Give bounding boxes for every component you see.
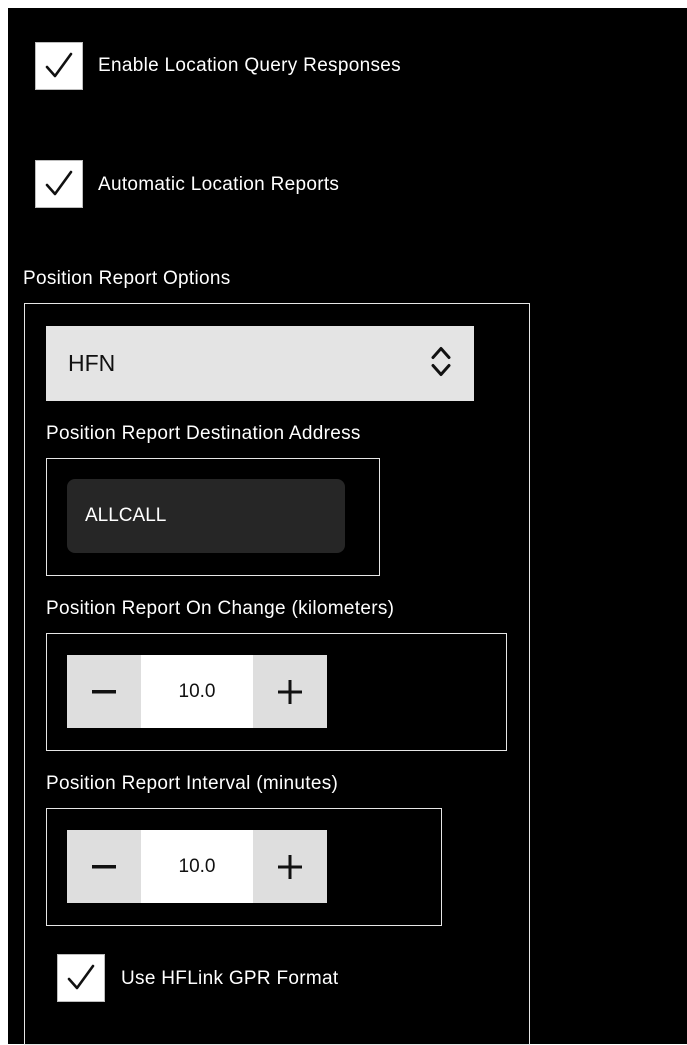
network-select[interactable]: HFN — [46, 326, 474, 401]
plus-icon — [278, 679, 302, 704]
automatic-location-reports-checkbox[interactable] — [35, 160, 83, 208]
on-change-value[interactable]: 10.0 — [141, 655, 253, 728]
checkmark-icon — [45, 52, 73, 78]
destination-address-frame: ALLCALL — [46, 458, 380, 576]
destination-address-input[interactable]: ALLCALL — [67, 479, 345, 553]
interval-frame: 10.0 — [46, 808, 442, 926]
interval-decrement-button[interactable] — [67, 830, 141, 903]
interval-increment-button[interactable] — [253, 830, 327, 903]
destination-address-label: Position Report Destination Address — [46, 423, 361, 444]
network-select-value: HFN — [68, 350, 116, 376]
settings-panel: Enable Location Query Responses Automati… — [8, 8, 687, 1045]
gpr-format-checkbox[interactable] — [57, 954, 105, 1002]
automatic-location-reports-label: Automatic Location Reports — [98, 174, 340, 195]
position-report-group: HFN Position Report Destination Address … — [24, 303, 530, 1045]
enable-location-query-checkbox[interactable] — [35, 42, 83, 90]
on-change-frame: 10.0 — [46, 633, 507, 751]
minus-icon — [92, 689, 116, 693]
on-change-increment-button[interactable] — [253, 655, 327, 728]
plus-icon — [278, 854, 302, 879]
on-change-decrement-button[interactable] — [67, 655, 141, 728]
gpr-format-label: Use HFLink GPR Format — [121, 968, 339, 989]
checkmark-icon — [67, 964, 95, 990]
enable-location-query-label: Enable Location Query Responses — [98, 55, 401, 76]
position-report-section-title: Position Report Options — [23, 268, 231, 289]
interval-label: Position Report Interval (minutes) — [46, 773, 339, 794]
minus-icon — [92, 864, 116, 868]
interval-value[interactable]: 10.0 — [141, 830, 253, 903]
checkmark-icon — [45, 170, 73, 196]
chevron-up-down-icon — [430, 344, 452, 383]
on-change-label: Position Report On Change (kilometers) — [46, 598, 395, 619]
